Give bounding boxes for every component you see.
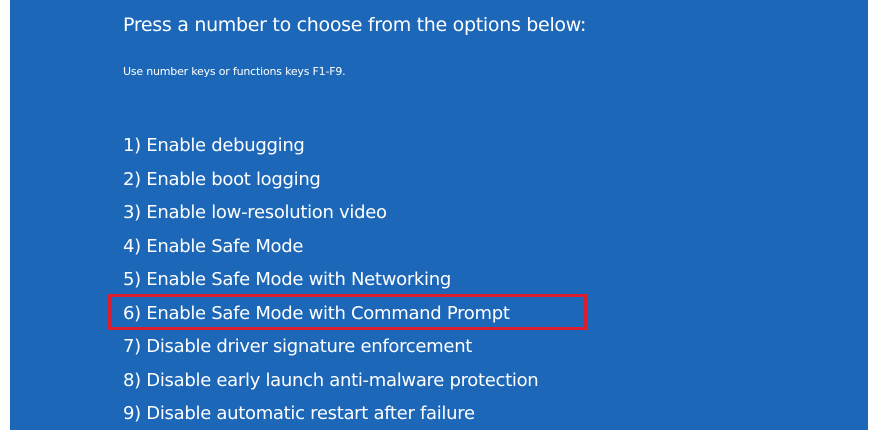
option-enable-safe-mode-networking[interactable]: 5) Enable Safe Mode with Networking bbox=[123, 263, 538, 297]
instruction-subheading: Use number keys or functions keys F1-F9. bbox=[123, 65, 346, 78]
option-enable-safe-mode[interactable]: 4) Enable Safe Mode bbox=[123, 230, 538, 264]
startup-settings-screen: Press a number to choose from the option… bbox=[10, 0, 868, 430]
option-enable-safe-mode-command-prompt[interactable]: 6) Enable Safe Mode with Command Prompt bbox=[123, 297, 538, 331]
option-disable-early-launch-anti-malware[interactable]: 8) Disable early launch anti-malware pro… bbox=[123, 364, 539, 398]
instruction-heading: Press a number to choose from the option… bbox=[123, 14, 587, 36]
option-disable-automatic-restart[interactable]: 9) Disable automatic restart after failu… bbox=[123, 397, 538, 431]
startup-options-list: 1) Enable debugging 2) Enable boot loggi… bbox=[123, 129, 539, 431]
option-enable-low-resolution-video[interactable]: 3) Enable low-resolution video bbox=[123, 196, 538, 230]
option-disable-driver-signature-enforcement[interactable]: 7) Disable driver signature enforcement bbox=[123, 330, 538, 364]
option-enable-debugging[interactable]: 1) Enable debugging bbox=[123, 129, 538, 163]
option-enable-boot-logging[interactable]: 2) Enable boot logging bbox=[123, 163, 538, 197]
